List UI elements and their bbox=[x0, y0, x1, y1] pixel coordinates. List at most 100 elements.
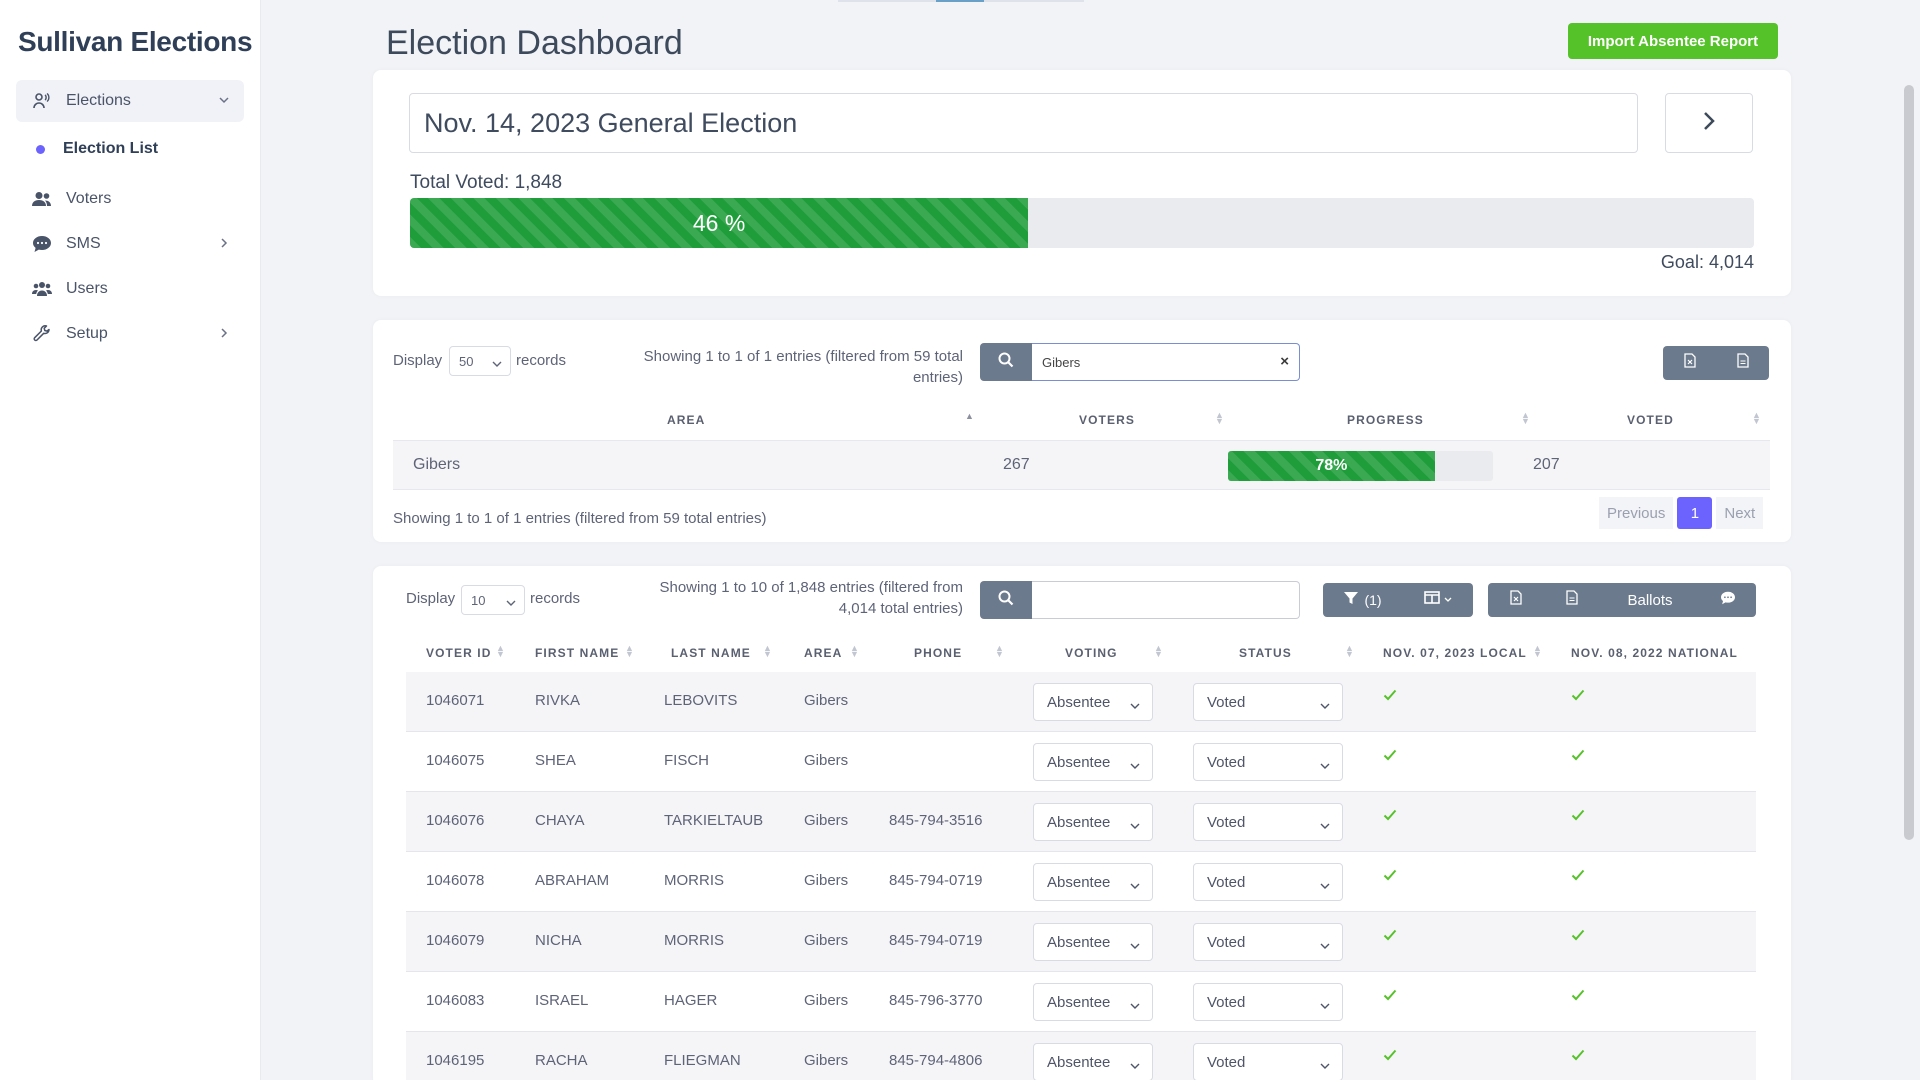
voting-method-select[interactable]: Absentee bbox=[1033, 983, 1153, 1021]
status-select[interactable]: Voted bbox=[1193, 683, 1343, 721]
area-progress-fill: 78% bbox=[1228, 451, 1435, 481]
first-name-cell: ABRAHAM bbox=[535, 872, 610, 889]
selected-value: Voted bbox=[1207, 813, 1246, 831]
check-icon bbox=[1383, 868, 1397, 886]
election-summary-card: Nov. 14, 2023 General Election Total Vot… bbox=[373, 70, 1791, 296]
chevron-right-icon bbox=[218, 326, 230, 344]
selected-value: Voted bbox=[1207, 753, 1246, 771]
area-search-input[interactable]: Gibers × bbox=[1032, 343, 1300, 381]
import-absentee-report-button[interactable]: Import Absentee Report bbox=[1568, 23, 1778, 59]
table-row[interactable]: 1046078 ABRAHAM MORRIS Gibers 845-794-0719 Ab… bbox=[406, 852, 1756, 912]
export-excel-button[interactable] bbox=[1488, 583, 1544, 617]
search-button[interactable] bbox=[980, 343, 1032, 381]
search-icon bbox=[998, 590, 1014, 611]
selected-value: Absentee bbox=[1047, 933, 1111, 951]
column-header-status[interactable]: STATUS bbox=[1239, 646, 1292, 660]
chevron-down-icon bbox=[492, 357, 502, 372]
table-row[interactable]: 1046076 CHAYA TARKIELTAUB Gibers 845-794-351… bbox=[406, 792, 1756, 852]
status-select[interactable]: Voted bbox=[1193, 923, 1343, 961]
chevron-right-icon bbox=[1701, 110, 1717, 137]
column-header-progress[interactable]: PROGRESS bbox=[1347, 413, 1424, 427]
check-icon bbox=[1383, 988, 1397, 1006]
table-row[interactable]: 1046083 ISRAEL HAGER Gibers 845-796-3770 Abse… bbox=[406, 972, 1756, 1032]
next-election-button[interactable] bbox=[1665, 93, 1753, 153]
sort-icon: ▲ ▼ bbox=[496, 643, 505, 659]
sms-button[interactable] bbox=[1700, 583, 1756, 617]
excel-file-icon bbox=[1683, 353, 1696, 373]
check-icon bbox=[1383, 748, 1397, 766]
sidebar-item-users[interactable]: Users bbox=[16, 268, 244, 310]
page-size-value: 50 bbox=[459, 353, 474, 369]
clear-search-icon[interactable]: × bbox=[1280, 353, 1289, 370]
voting-method-select[interactable]: Absentee bbox=[1033, 683, 1153, 721]
voting-method-select[interactable]: Absentee bbox=[1033, 1043, 1153, 1080]
ballots-button[interactable]: Ballots bbox=[1600, 583, 1700, 617]
column-header-voting[interactable]: VOTING bbox=[1065, 646, 1118, 660]
voting-method-select[interactable]: Absentee bbox=[1033, 863, 1153, 901]
chevron-right-icon bbox=[218, 236, 230, 254]
check-icon bbox=[1571, 688, 1585, 706]
info-line: Showing 1 to 10 of 1,848 entries (filter… bbox=[659, 579, 963, 596]
area-cell: Gibers bbox=[804, 992, 849, 1009]
sidebar-item-elections[interactable]: Elections bbox=[16, 80, 244, 122]
export-pdf-button[interactable] bbox=[1544, 583, 1600, 617]
table-row[interactable]: Gibers 267 78% 207 bbox=[393, 440, 1770, 490]
column-header-voted[interactable]: VOTED bbox=[1627, 413, 1674, 427]
phone-cell: 845-794-4806 bbox=[889, 1052, 983, 1069]
sort-icon: ▲ ▼ bbox=[1345, 643, 1354, 659]
sidebar-item-setup[interactable]: Setup bbox=[16, 313, 244, 355]
column-header-voter-id[interactable]: VOTER ID bbox=[426, 646, 491, 660]
column-header-phone[interactable]: PHONE bbox=[914, 646, 962, 660]
column-visibility-button[interactable] bbox=[1403, 583, 1473, 617]
sidebar-item-voters[interactable]: Voters bbox=[16, 178, 244, 220]
info-line: 4,014 total entries) bbox=[838, 600, 963, 617]
sort-icon: ▲ ▼ bbox=[850, 643, 859, 659]
table-row[interactable]: 1046071 RIVKA LEBOVITS Gibers Absentee Voted bbox=[406, 672, 1756, 732]
sidebar-item-sms[interactable]: SMS bbox=[16, 223, 244, 265]
column-header-area[interactable]: AREA bbox=[804, 646, 842, 660]
area-cell: Gibers bbox=[804, 1052, 849, 1069]
person-voice-icon bbox=[32, 91, 52, 111]
search-icon bbox=[998, 352, 1014, 373]
voting-method-select[interactable]: Absentee bbox=[1033, 743, 1153, 781]
columns-icon bbox=[1424, 591, 1440, 609]
search-button[interactable] bbox=[980, 581, 1032, 619]
table-row[interactable]: 1046079 NICHA MORRIS Gibers 845-794-0719 Abse… bbox=[406, 912, 1756, 972]
voter-search-input[interactable] bbox=[1032, 581, 1300, 619]
area-export-buttons bbox=[1663, 346, 1769, 380]
status-select[interactable]: Voted bbox=[1193, 743, 1343, 781]
chevron-down-icon bbox=[1320, 998, 1330, 1015]
page-1-button[interactable]: 1 bbox=[1677, 497, 1713, 529]
voter-table-card: Display 10 records Showing 1 to 10 of 1,… bbox=[373, 566, 1791, 1080]
column-header-first-name[interactable]: FIRST NAME bbox=[535, 646, 619, 660]
sort-icon: ▲ ▼ bbox=[1154, 643, 1163, 659]
voting-method-select[interactable]: Absentee bbox=[1033, 923, 1153, 961]
voter-page-size-select[interactable]: 10 bbox=[461, 585, 525, 615]
status-select[interactable]: Voted bbox=[1193, 863, 1343, 901]
column-header-voters[interactable]: VOTERS bbox=[1079, 413, 1135, 427]
voter-id-cell: 1046195 bbox=[426, 1052, 485, 1069]
export-pdf-button[interactable] bbox=[1716, 346, 1769, 380]
voting-method-select[interactable]: Absentee bbox=[1033, 803, 1153, 841]
next-page-button[interactable]: Next bbox=[1716, 497, 1764, 529]
export-excel-button[interactable] bbox=[1663, 346, 1716, 380]
page-scrollbar[interactable] bbox=[1904, 85, 1914, 840]
file-icon bbox=[1566, 590, 1578, 610]
column-header-nov-2023-local[interactable]: NOV. 07, 2023 LOCAL bbox=[1383, 646, 1527, 660]
area-page-size-select[interactable]: 50 bbox=[449, 346, 511, 376]
filter-button[interactable]: (1) bbox=[1323, 583, 1403, 617]
previous-page-button[interactable]: Previous bbox=[1599, 497, 1674, 529]
table-row[interactable]: 1046195 RACHA FLIEGMAN Gibers 845-794-4806 Ab… bbox=[406, 1032, 1756, 1080]
column-header-last-name[interactable]: LAST NAME bbox=[671, 646, 751, 660]
column-header-nov-2022-national[interactable]: NOV. 08, 2022 NATIONAL bbox=[1571, 646, 1738, 660]
status-select[interactable]: Voted bbox=[1193, 1043, 1343, 1080]
election-selector[interactable]: Nov. 14, 2023 General Election bbox=[409, 93, 1638, 153]
status-select[interactable]: Voted bbox=[1193, 803, 1343, 841]
sort-icon: ▲ ▼ bbox=[1533, 643, 1542, 659]
sidebar-item-label: Voters bbox=[66, 190, 112, 207]
brand-title: Sullivan Elections bbox=[18, 26, 253, 57]
table-row[interactable]: 1046075 SHEA FISCH Gibers Absentee Voted bbox=[406, 732, 1756, 792]
status-select[interactable]: Voted bbox=[1193, 983, 1343, 1021]
column-header-area[interactable]: AREA bbox=[667, 413, 705, 427]
sidebar-item-election-list[interactable]: Election List bbox=[16, 130, 244, 168]
